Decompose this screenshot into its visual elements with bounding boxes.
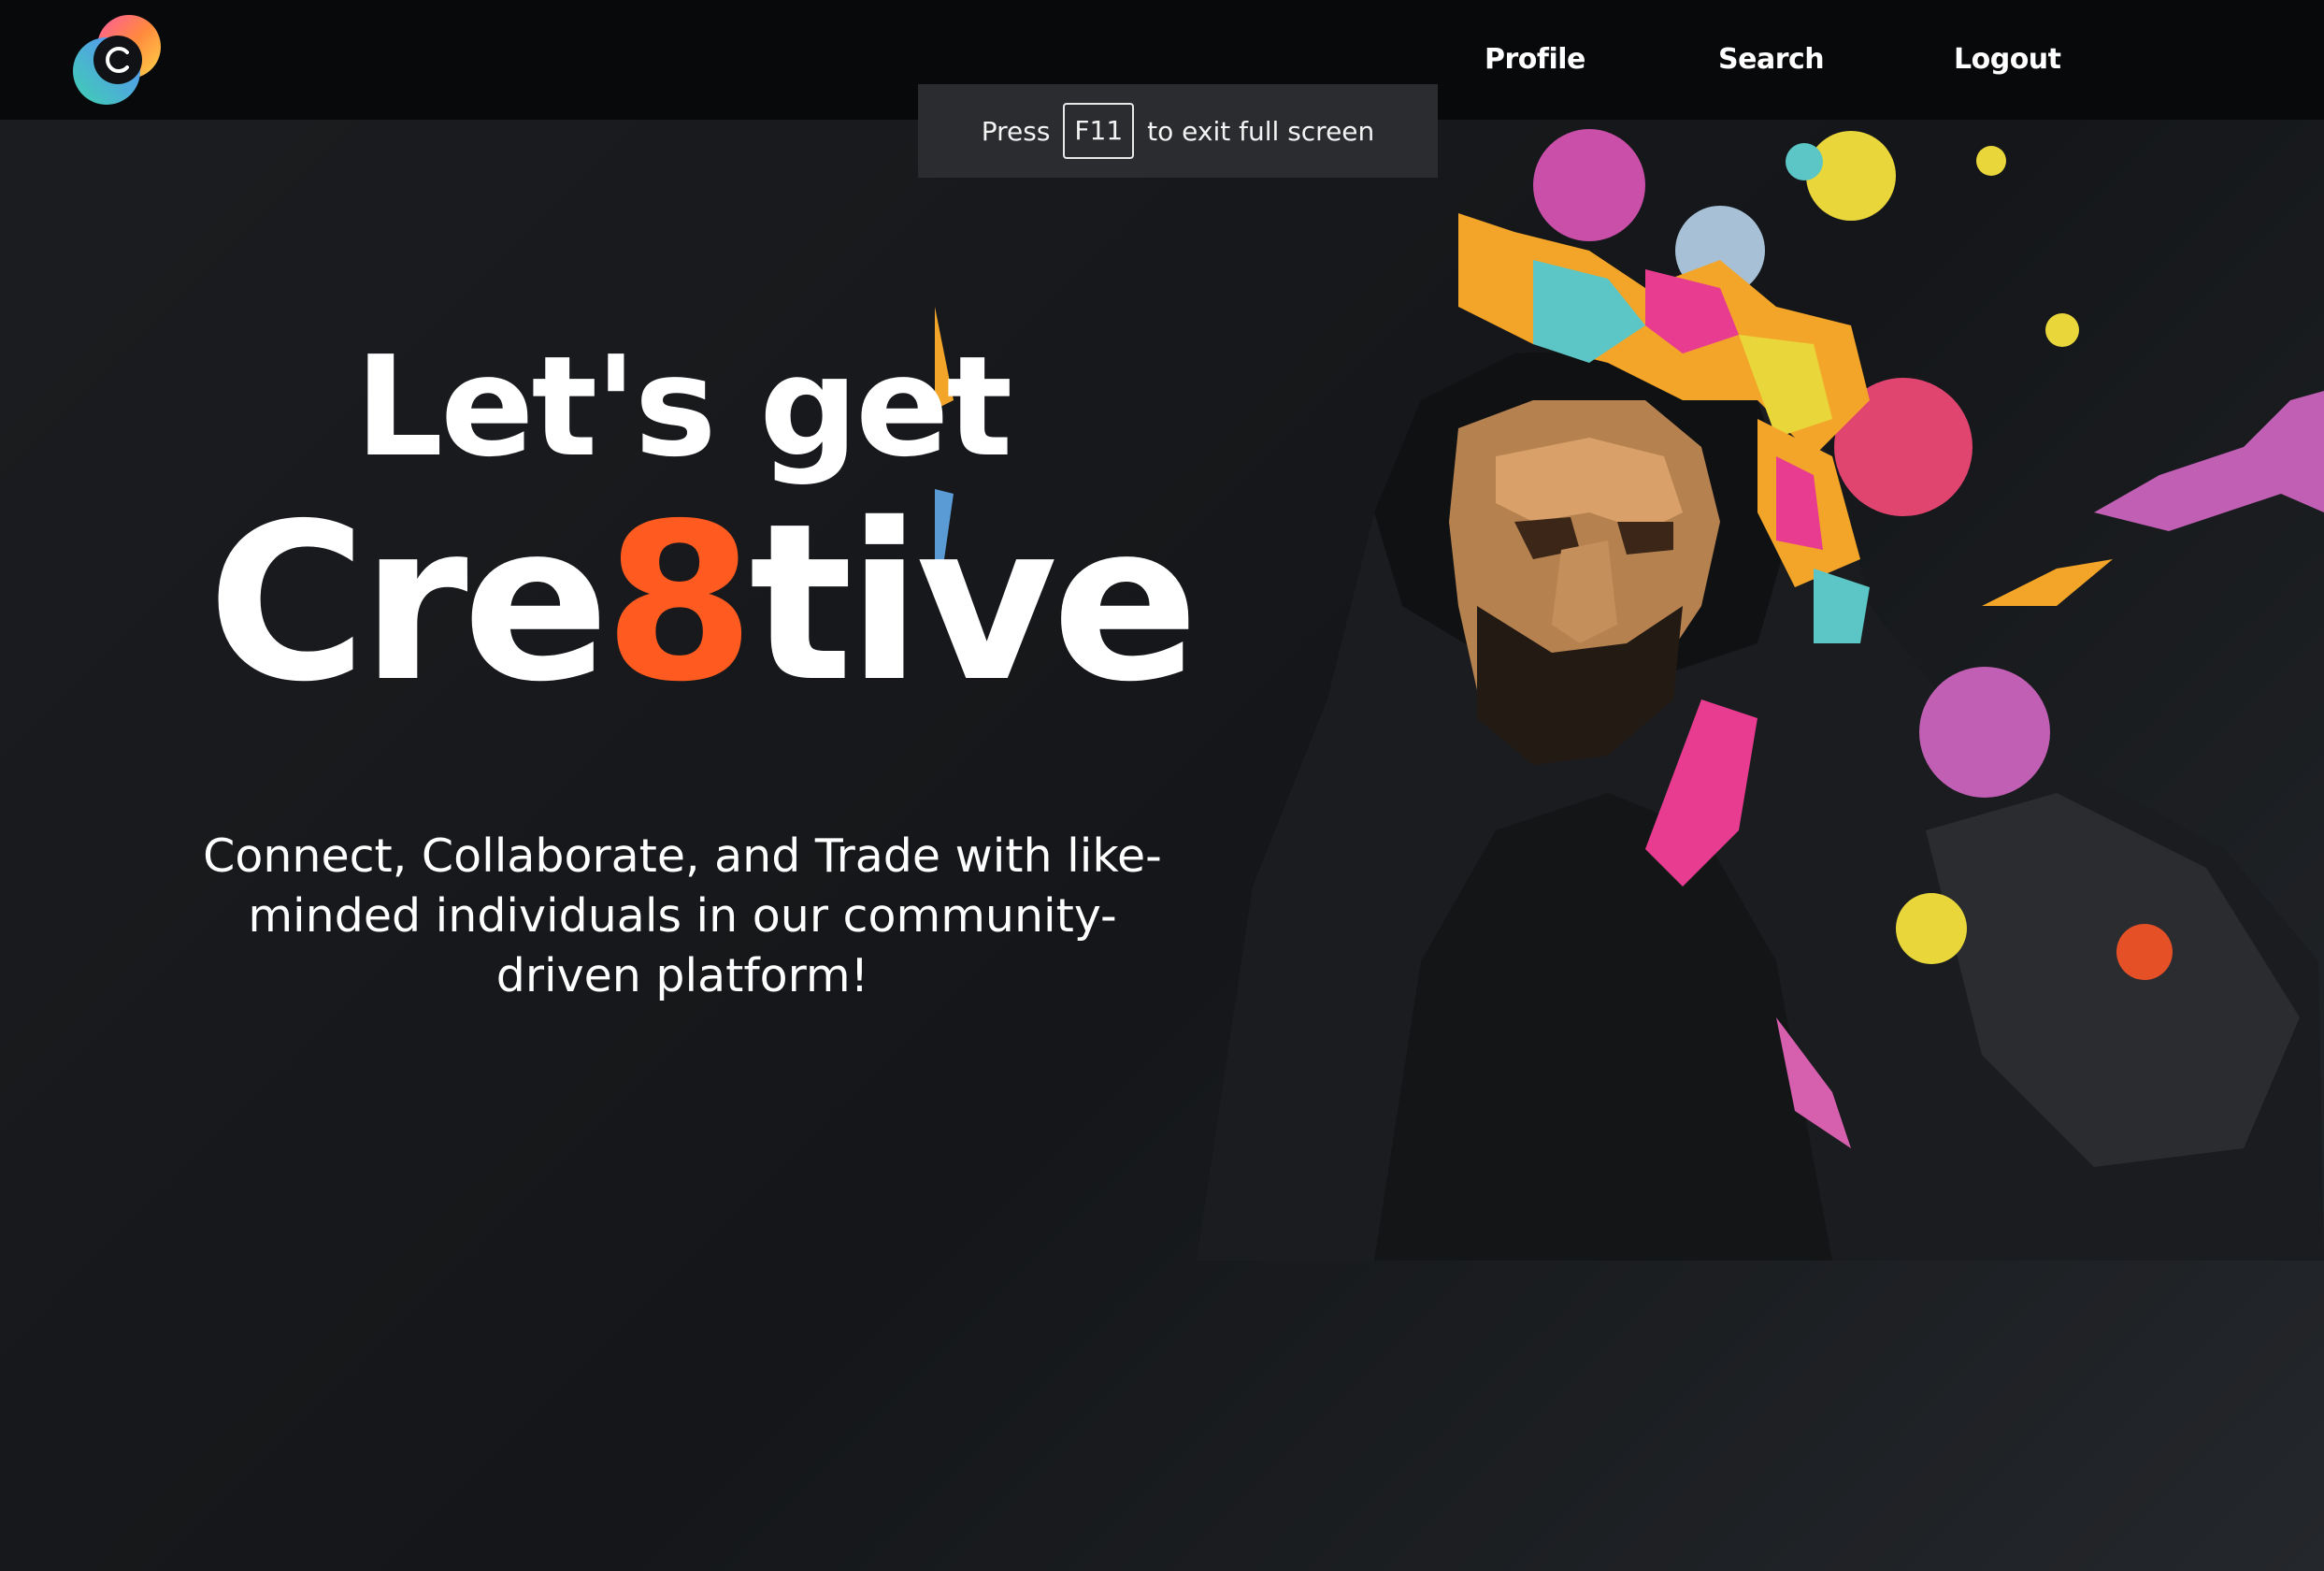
fullscreen-exit-notice: Press F11 to exit full screen [918, 84, 1438, 178]
hero-tagline: Connect, Collaborate, and Trade with lik… [203, 829, 1162, 1002]
nav-profile-link[interactable]: Profile [1485, 36, 1585, 84]
f11-key-badge: F11 [1063, 103, 1135, 159]
nav-search-link[interactable]: Search [1718, 36, 1825, 84]
brand-accent-8: 8 [604, 477, 754, 729]
hero-heading-line1: Let's get [354, 326, 1012, 487]
brand-part-tive: tive [749, 477, 1198, 729]
fullscreen-notice-prefix: Press [981, 115, 1051, 147]
fullscreen-notice-suffix: to exit full screen [1147, 115, 1375, 147]
landing-page: Profile Search Logout Press F11 to exit … [0, 0, 2324, 1571]
brand-part-cre: Cre [208, 477, 610, 729]
nav-logout-link[interactable]: Logout [1954, 36, 2061, 84]
hero-heading-brand: Cre8tive [208, 486, 1198, 720]
cre8tive-logo-icon[interactable] [67, 13, 172, 110]
